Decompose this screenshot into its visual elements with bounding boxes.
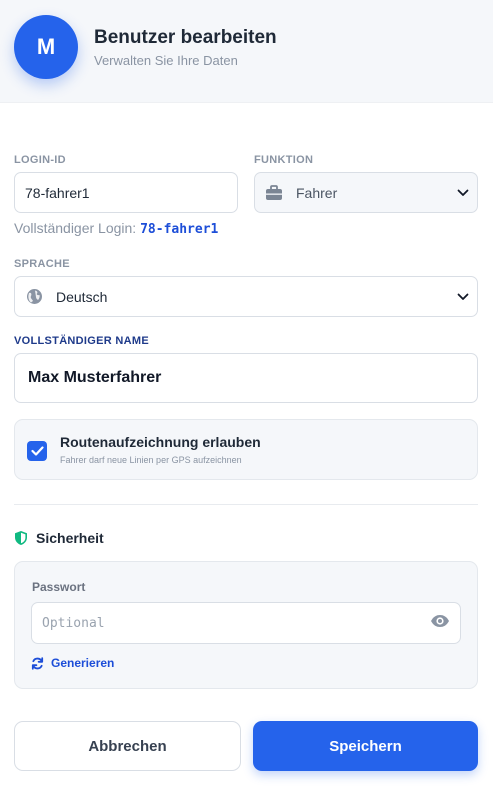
page-title: Benutzer bearbeiten: [94, 27, 277, 48]
briefcase-icon: [265, 184, 283, 201]
full-name-label: VOLLSTÄNDIGER NAME: [14, 335, 149, 347]
chevron-down-icon: [457, 293, 469, 301]
funktion-value: Fahrer: [296, 184, 338, 201]
cancel-button[interactable]: Abbrechen: [14, 721, 241, 771]
password-label: Passwort: [32, 580, 86, 594]
refresh-icon: [31, 656, 44, 670]
chevron-down-icon: [457, 189, 469, 197]
route-recording-description: Fahrer darf neue Linien per GPS aufzeich…: [60, 455, 242, 465]
security-heading: Sicherheit: [14, 530, 104, 546]
security-title: Sicherheit: [36, 530, 104, 546]
login-id-value: 78-fahrer1: [25, 184, 90, 201]
page-subtitle: Verwalten Sie Ihre Daten: [94, 53, 238, 68]
full-name-field[interactable]: Max Musterfahrer: [14, 353, 478, 403]
save-button[interactable]: Speichern: [253, 721, 478, 771]
sprache-select[interactable]: Deutsch: [14, 276, 478, 317]
funktion-label: FUNKTION: [254, 154, 314, 166]
generate-label: Generieren: [51, 656, 115, 670]
login-id-field[interactable]: 78-fahrer1: [14, 172, 238, 213]
funktion-select[interactable]: Fahrer: [254, 172, 478, 213]
login-hint-prefix: Vollständiger Login:: [14, 220, 137, 236]
route-recording-card: Routenaufzeichnung erlauben Fahrer darf …: [14, 419, 478, 480]
security-card: Passwort Generieren: [14, 561, 478, 689]
password-input[interactable]: [42, 603, 422, 643]
generate-password-button[interactable]: Generieren: [31, 656, 114, 670]
sprache-label: SPRACHE: [14, 258, 70, 270]
login-hint: Vollständiger Login: 78-fahrer1: [14, 220, 218, 237]
globe-icon: [26, 288, 43, 305]
avatar: M: [14, 15, 78, 79]
section-divider: [14, 504, 478, 505]
password-field: [31, 602, 461, 644]
sprache-value: Deutsch: [56, 288, 108, 305]
eye-icon[interactable]: [430, 614, 450, 628]
login-hint-value: 78-fahrer1: [140, 222, 219, 237]
route-recording-title: Routenaufzeichnung erlauben: [60, 434, 261, 450]
header: M Benutzer bearbeiten Verwalten Sie Ihre…: [0, 0, 493, 103]
login-id-label: LOGIN-ID: [14, 154, 66, 166]
check-icon: [30, 446, 44, 456]
shield-icon: [14, 530, 28, 546]
route-recording-checkbox[interactable]: [27, 441, 47, 461]
full-name-value: Max Musterfahrer: [28, 369, 162, 386]
